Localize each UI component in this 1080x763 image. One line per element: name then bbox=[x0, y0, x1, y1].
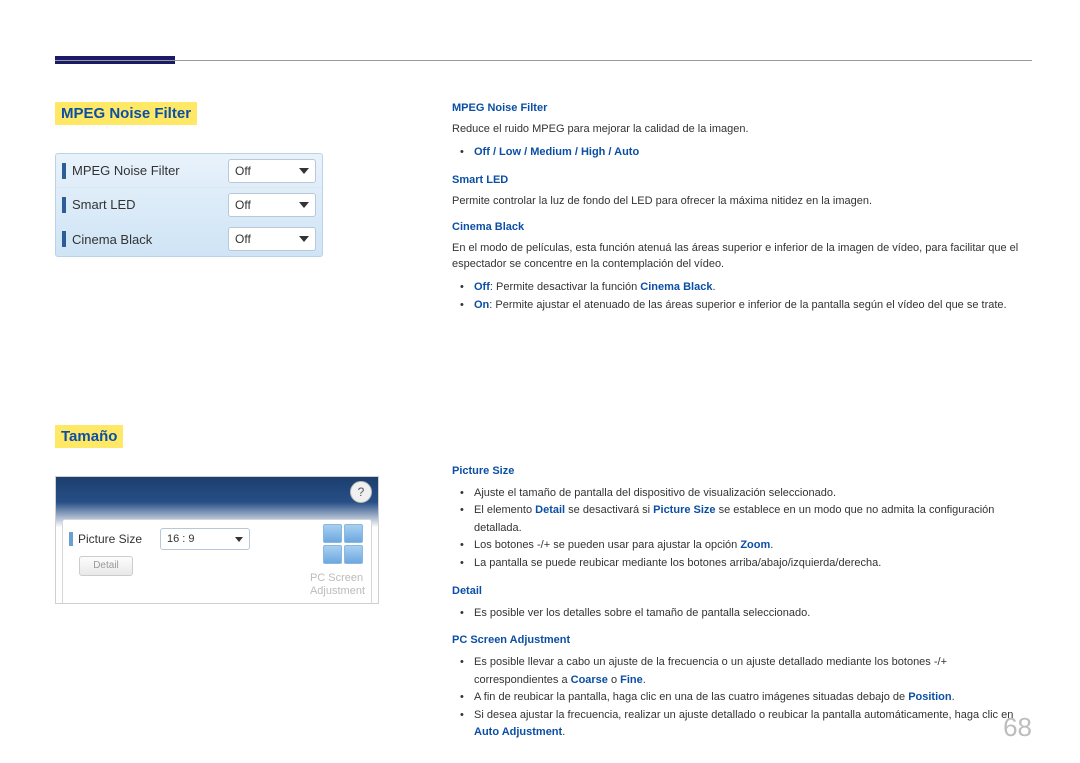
panel-row-smartled: Smart LED Off bbox=[56, 188, 322, 222]
row-bar-icon bbox=[62, 163, 66, 179]
mpeg-panel: MPEG Noise Filter Off Smart LED Off Cine… bbox=[55, 153, 323, 257]
row-bar-icon bbox=[62, 197, 66, 213]
row-label: MPEG Noise Filter bbox=[72, 163, 228, 178]
pcadj-list: Es posible llevar a cabo un ajuste de la… bbox=[452, 654, 1032, 742]
heading-cinema: Cinema Black bbox=[452, 221, 1032, 233]
t: A fin de reubicar la pantalla, haga clic… bbox=[474, 691, 908, 703]
opt-on-label: On bbox=[474, 299, 489, 311]
tamano-panel: ? Picture Size 16 : 9 Detail PC Screen A… bbox=[55, 476, 379, 604]
detail-button[interactable]: Detail bbox=[79, 556, 133, 576]
row-bar-icon bbox=[62, 231, 66, 247]
dropdown-value: 16 : 9 bbox=[167, 533, 195, 545]
opt-off-feature: Cinema Black bbox=[640, 281, 712, 293]
chevron-down-icon bbox=[235, 537, 243, 542]
heading-smartled: Smart LED bbox=[452, 174, 1032, 186]
position-cell[interactable] bbox=[344, 524, 363, 543]
chevron-down-icon bbox=[299, 168, 309, 174]
chevron-down-icon bbox=[299, 236, 309, 242]
right-column: MPEG Noise Filter Reduce el ruido MPEG p… bbox=[452, 102, 1032, 748]
section-title-mpeg: MPEG Noise Filter bbox=[55, 102, 197, 125]
t: Es posible llevar a cabo un ajuste de la… bbox=[474, 656, 947, 686]
mpeg-options-list: Off / Low / Medium / High / Auto bbox=[452, 144, 1032, 162]
header-rule bbox=[55, 60, 1032, 61]
pc-adjust-label: PC Screen Adjustment bbox=[310, 572, 365, 598]
position-grid[interactable] bbox=[323, 524, 363, 564]
row-label: Smart LED bbox=[72, 197, 228, 212]
detail-list: Es posible ver los detalles sobre el tam… bbox=[452, 605, 1032, 623]
list-item: Si desea ajustar la frecuencia, realizar… bbox=[474, 707, 1032, 742]
list-item: El elemento Detail se desactivará si Pic… bbox=[474, 502, 1032, 537]
right-block-tamano: Picture Size Ajuste el tamaño de pantall… bbox=[452, 465, 1032, 743]
picture-size-row: Picture Size 16 : 9 bbox=[69, 526, 365, 552]
t-position: Position bbox=[908, 691, 951, 703]
t-zoom: Zoom bbox=[740, 539, 770, 551]
row-label: Cinema Black bbox=[72, 232, 228, 247]
list-item: Ajuste el tamaño de pantalla del disposi… bbox=[474, 485, 1032, 503]
opt-on-text: : Permite ajustar el atenuado de las áre… bbox=[489, 299, 1006, 311]
page-number: 68 bbox=[1003, 712, 1032, 743]
t-detail: Detail bbox=[535, 504, 565, 516]
t: Los botones -/+ se pueden usar para ajus… bbox=[474, 539, 740, 551]
cinema-dropdown[interactable]: Off bbox=[228, 227, 316, 251]
desc-cinema: En el modo de películas, esta función at… bbox=[452, 241, 1032, 273]
opt-off-text: : Permite desactivar la función bbox=[490, 281, 640, 293]
panel-row-cinema: Cinema Black Off bbox=[56, 222, 322, 256]
heading-pcadj: PC Screen Adjustment bbox=[452, 634, 1032, 646]
help-icon[interactable]: ? bbox=[350, 481, 372, 503]
desc-smartled: Permite controlar la luz de fondo del LE… bbox=[452, 194, 1032, 210]
dropdown-value: Off bbox=[235, 164, 251, 178]
opt-off-label: Off bbox=[474, 281, 490, 293]
list-item: A fin de reubicar la pantalla, haga clic… bbox=[474, 689, 1032, 707]
dropdown-value: Off bbox=[235, 232, 251, 246]
left-column: MPEG Noise Filter MPEG Noise Filter Off … bbox=[55, 102, 395, 604]
list-item: Off / Low / Medium / High / Auto bbox=[474, 144, 1032, 162]
panel-row-mpeg: MPEG Noise Filter Off bbox=[56, 154, 322, 188]
picture-size-label: Picture Size bbox=[78, 532, 160, 546]
heading-mpeg: MPEG Noise Filter bbox=[452, 102, 1032, 114]
list-item: Es posible ver los detalles sobre el tam… bbox=[474, 605, 1032, 623]
heading-detail: Detail bbox=[452, 585, 1032, 597]
t-ps: Picture Size bbox=[653, 504, 715, 516]
t: se desactivará si bbox=[565, 504, 653, 516]
tamano-inner: Picture Size 16 : 9 Detail PC Screen Adj… bbox=[62, 519, 372, 604]
desc-mpeg: Reduce el ruido MPEG para mejorar la cal… bbox=[452, 122, 1032, 138]
picture-size-dropdown[interactable]: 16 : 9 bbox=[160, 528, 250, 550]
t-auto: Auto Adjustment bbox=[474, 726, 562, 738]
list-item: Es posible llevar a cabo un ajuste de la… bbox=[474, 654, 1032, 689]
mpeg-dropdown[interactable]: Off bbox=[228, 159, 316, 183]
position-cell[interactable] bbox=[323, 524, 342, 543]
position-cell[interactable] bbox=[344, 545, 363, 564]
t-coarse: Coarse bbox=[571, 674, 608, 686]
mpeg-options: Off / Low / Medium / High / Auto bbox=[474, 146, 639, 158]
chevron-down-icon bbox=[299, 202, 309, 208]
dropdown-value: Off bbox=[235, 198, 251, 212]
smartled-dropdown[interactable]: Off bbox=[228, 193, 316, 217]
t: El elemento bbox=[474, 504, 535, 516]
t-fine: Fine bbox=[620, 674, 643, 686]
list-item: La pantalla se puede reubicar mediante l… bbox=[474, 555, 1032, 573]
list-item: Los botones -/+ se pueden usar para ajus… bbox=[474, 537, 1032, 555]
position-cell[interactable] bbox=[323, 545, 342, 564]
t: Si desea ajustar la frecuencia, realizar… bbox=[474, 709, 1013, 721]
list-item: On: Permite ajustar el atenuado de las á… bbox=[474, 297, 1032, 315]
picsize-list: Ajuste el tamaño de pantalla del disposi… bbox=[452, 485, 1032, 573]
heading-picsize: Picture Size bbox=[452, 465, 1032, 477]
list-item: Off: Permite desactivar la función Cinem… bbox=[474, 279, 1032, 297]
t: o bbox=[608, 674, 620, 686]
section-title-tamano: Tamaño bbox=[55, 425, 123, 448]
cinema-options-list: Off: Permite desactivar la función Cinem… bbox=[452, 279, 1032, 314]
row-bar-icon bbox=[69, 532, 73, 546]
